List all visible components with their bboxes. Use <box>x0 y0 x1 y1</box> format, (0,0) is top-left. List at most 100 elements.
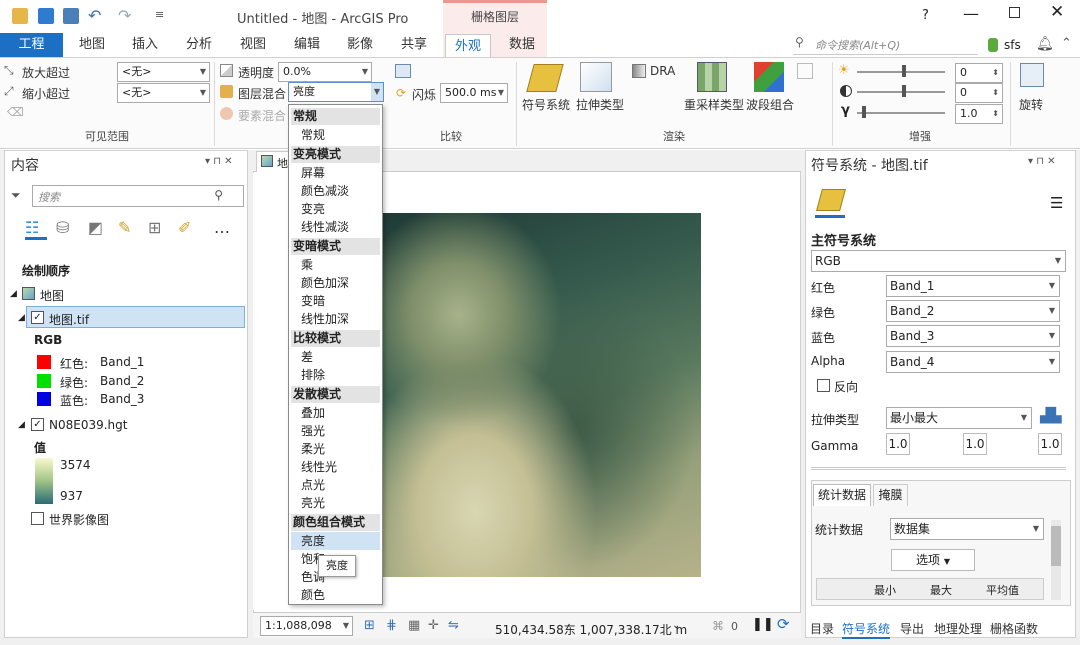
tab-project[interactable]: 工程 <box>0 33 63 57</box>
new-project-icon[interactable] <box>12 8 28 24</box>
filter-icon[interactable]: ⏷ <box>11 188 21 203</box>
menu-item[interactable]: 点光 <box>291 476 380 494</box>
open-project-icon[interactable] <box>38 8 54 24</box>
maximize-button[interactable] <box>1009 7 1020 18</box>
contrast-input[interactable]: 0 ⬍ <box>955 83 1003 103</box>
more-icon[interactable]: … <box>214 218 230 237</box>
help-button[interactable]: ? <box>922 8 929 23</box>
chevron-down-icon[interactable]: ⌄ <box>672 620 680 631</box>
list-by-labeling-icon[interactable]: ✐ <box>178 218 191 237</box>
tab-export[interactable]: 导出 <box>900 620 924 637</box>
histogram-icon[interactable]: ▟▙ <box>1040 408 1062 424</box>
crosshair-icon[interactable]: ✛ <box>428 618 439 633</box>
tab-view[interactable]: 视图 <box>233 33 273 57</box>
layer-visibility-checkbox[interactable] <box>31 512 44 525</box>
dra-toggle[interactable]: DRA <box>650 64 675 78</box>
raster-display-icon[interactable] <box>797 63 813 79</box>
renderer-combo[interactable]: RGB ▼ <box>811 250 1066 272</box>
tab-analysis[interactable]: 分析 <box>179 33 219 57</box>
gamma-thumb[interactable] <box>862 106 866 118</box>
menu-item[interactable]: 颜色减淡 <box>291 182 380 200</box>
menu-item[interactable]: 线性光 <box>291 458 380 476</box>
rotate-icon[interactable] <box>1020 63 1044 87</box>
layer-name[interactable]: N08E039.hgt <box>49 418 127 432</box>
gamma-green-input[interactable]: 1.0 <box>963 433 987 455</box>
customize-qa-icon[interactable]: ≡ <box>155 8 164 21</box>
user-name[interactable]: sfs <box>1004 38 1021 52</box>
transparency-input[interactable]: 0.0% ▼ <box>278 62 372 82</box>
pause-icon[interactable]: ❚❚ <box>752 617 774 632</box>
brightness-thumb[interactable] <box>902 65 906 77</box>
layer-visibility-checkbox[interactable]: ✓ <box>31 311 44 324</box>
layer-blend-combo[interactable]: 亮度 ▼ <box>288 82 384 102</box>
notification-bell-icon[interactable]: 🔔︎ <box>1036 36 1054 52</box>
statistics-combo[interactable]: 数据集 ▼ <box>890 518 1044 540</box>
menu-item[interactable]: 乘 <box>291 256 380 274</box>
stretch-type-button[interactable]: 拉伸类型 <box>576 96 624 113</box>
tab-edit[interactable]: 编辑 <box>287 33 327 57</box>
tab-symbology[interactable]: 符号系统 <box>842 620 891 639</box>
tab-geoprocessing[interactable]: 地理处理 <box>934 620 982 637</box>
pane-options-icon[interactable]: ▾ ⊓ ✕ <box>1028 156 1056 167</box>
minimize-button[interactable]: — <box>963 4 979 23</box>
menu-item[interactable]: 常规 <box>291 126 380 144</box>
pane-options-icon[interactable]: ▾ ⊓ ✕ <box>205 156 233 167</box>
expand-icon[interactable]: ◢ <box>10 289 17 299</box>
tab-mask[interactable]: 掩膜 <box>873 484 908 506</box>
symbology-button[interactable]: 符号系统 <box>522 96 570 113</box>
tab-map[interactable]: 地图 <box>72 33 112 57</box>
menu-item[interactable]: 差 <box>291 348 380 366</box>
tab-imagery[interactable]: 影像 <box>340 33 380 57</box>
stretch-type-combo[interactable]: 最小最大 ▼ <box>886 407 1032 429</box>
command-search-input[interactable]: 命令搜索(Alt+Q) <box>815 37 900 53</box>
menu-item[interactable]: 亮度 <box>291 532 380 550</box>
search-icon[interactable]: ⚲ <box>214 188 223 202</box>
scrollbar[interactable] <box>1051 520 1061 600</box>
menu-item[interactable]: 叠加 <box>291 404 380 422</box>
tab-catalog[interactable]: 目录 <box>810 620 834 637</box>
table-icon[interactable]: ▦ <box>408 618 420 633</box>
band-combination-icon[interactable] <box>754 62 784 92</box>
map-view-tab[interactable]: 地 <box>256 151 292 172</box>
scale-combo[interactable]: 1:1,088,098 ▼ <box>260 616 353 636</box>
green-channel-combo[interactable]: Band_2 ▼ <box>886 300 1060 322</box>
gamma-slider[interactable] <box>857 112 945 114</box>
menu-item[interactable]: 屏幕 <box>291 164 380 182</box>
clear-range-icon[interactable]: ⌫ <box>7 105 24 119</box>
flicker-input[interactable]: 500.0 ms ▼ <box>440 83 508 103</box>
expand-icon[interactable]: ◢ <box>18 313 25 323</box>
rotate-button[interactable]: 旋转 <box>1019 96 1043 113</box>
resample-icon[interactable] <box>697 62 727 92</box>
refresh-icon[interactable]: ⟳ <box>777 615 790 633</box>
menu-icon[interactable]: ☰ <box>1050 194 1063 212</box>
gamma-input[interactable]: 1.0 ⬍ <box>955 104 1003 124</box>
reference-grid-icon[interactable]: ⋕ <box>386 618 397 633</box>
menu-item[interactable]: 排除 <box>291 366 380 384</box>
gamma-blue-input[interactable]: 1.0 <box>1038 433 1062 455</box>
menu-item[interactable]: 线性减淡 <box>291 218 380 236</box>
tab-raster-functions[interactable]: 栅格函数 <box>990 620 1038 637</box>
map-node[interactable]: 地图 <box>40 287 64 304</box>
red-channel-combo[interactable]: Band_1 ▼ <box>886 275 1060 297</box>
alpha-channel-combo[interactable]: Band_4 ▼ <box>886 351 1060 373</box>
tab-data[interactable]: 数据 <box>502 33 542 57</box>
splitter[interactable] <box>811 467 1066 470</box>
command-search[interactable]: ⚲ 命令搜索(Alt+Q) <box>793 35 978 55</box>
blue-channel-combo[interactable]: Band_3 ▼ <box>886 325 1060 347</box>
contents-search-input[interactable]: 搜索 ⚲ <box>32 185 244 207</box>
menu-item[interactable]: 线性加深 <box>291 310 380 328</box>
menu-item[interactable]: 变暗 <box>291 292 380 310</box>
menu-item[interactable]: 颜色加深 <box>291 274 380 292</box>
options-button[interactable]: 选项 ▼ <box>891 549 975 571</box>
layer-visibility-checkbox[interactable]: ✓ <box>31 418 44 431</box>
brightness-slider[interactable] <box>857 71 945 73</box>
tab-statistics[interactable]: 统计数据 <box>813 484 871 506</box>
snapping-icon[interactable]: ⇋ <box>448 618 459 633</box>
elevation-ramp[interactable] <box>35 458 53 504</box>
save-project-icon[interactable] <box>63 8 79 24</box>
layer-name[interactable]: 世界影像图 <box>49 511 109 528</box>
undo-icon[interactable]: ↶ <box>88 6 101 25</box>
list-by-source-icon[interactable]: ⛁ <box>56 218 69 237</box>
zoom-in-beyond-combo[interactable]: <无> ▼ <box>117 62 210 82</box>
tab-appearance[interactable]: 外观 <box>445 34 491 58</box>
